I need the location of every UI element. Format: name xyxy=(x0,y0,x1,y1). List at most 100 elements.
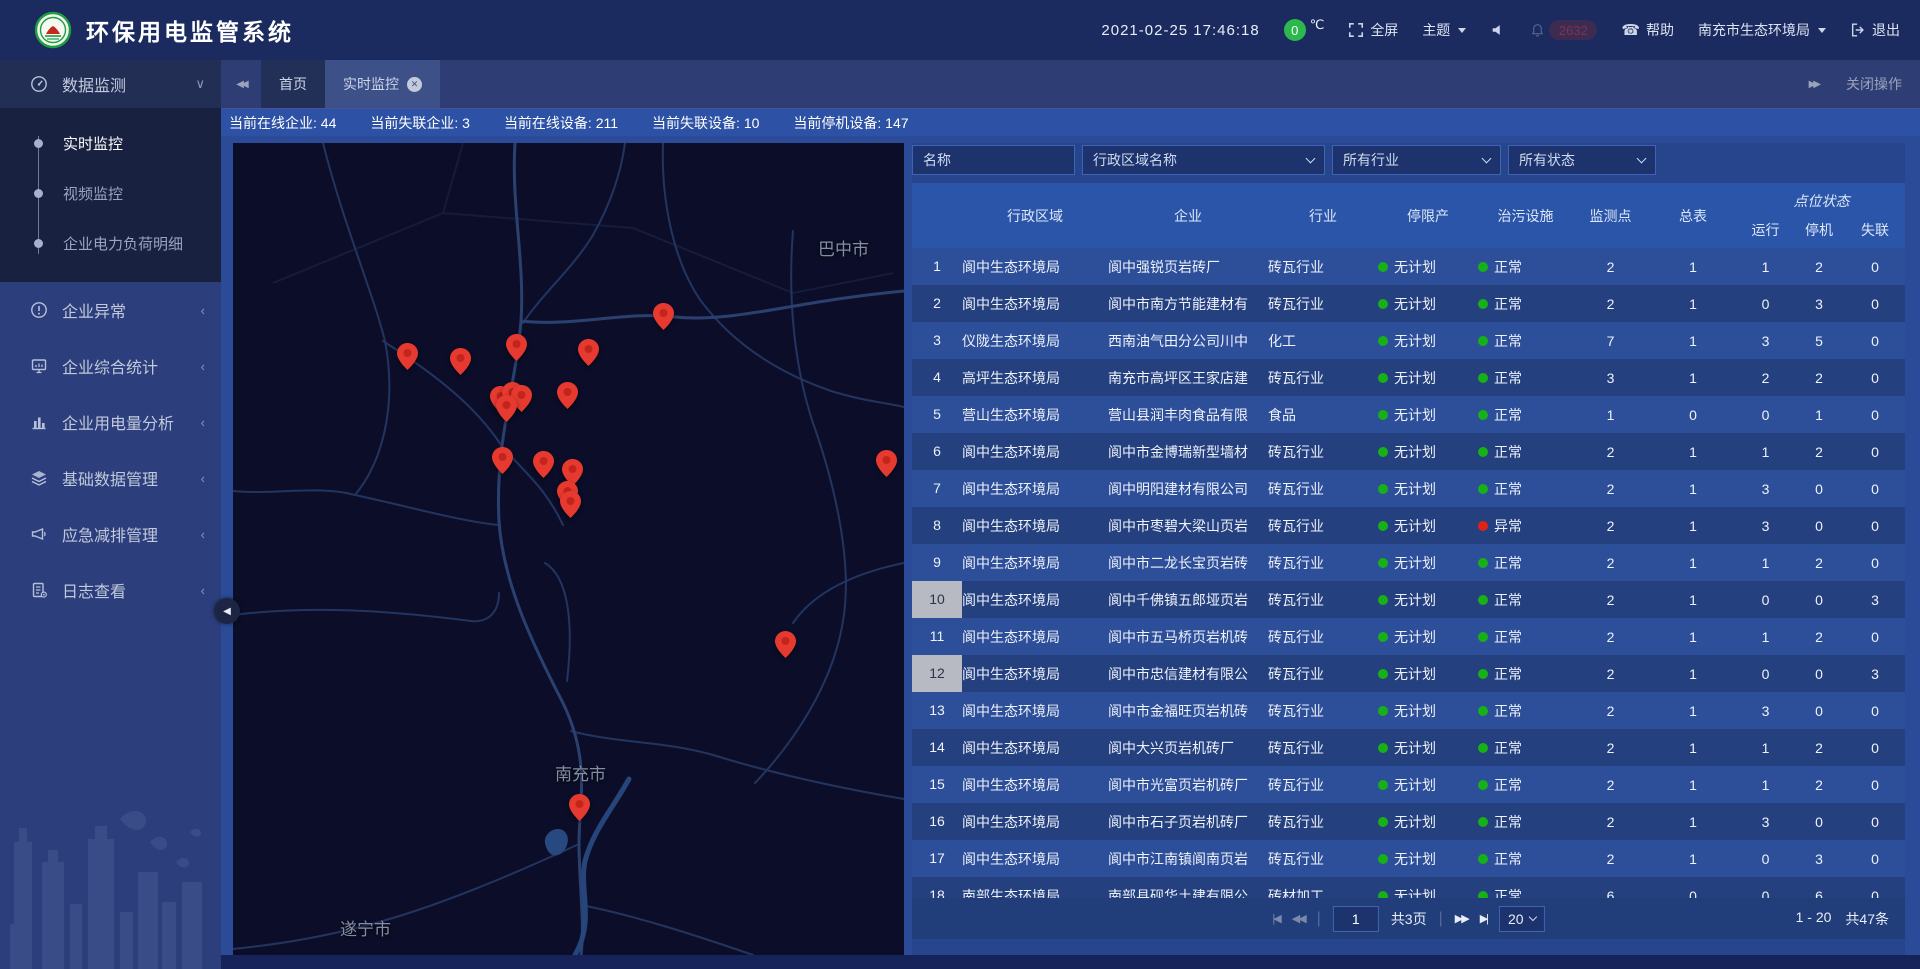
theme-dropdown[interactable]: 主题 xyxy=(1422,20,1466,40)
sidebar-group-1[interactable]: 企业异常‹ xyxy=(0,282,221,338)
table-row-17[interactable]: 17阆中生态环境局阆中市江南镇阆南页岩砖瓦行业无计划正常21030 xyxy=(912,840,1905,877)
sidebar-collapse-handle[interactable]: ◀ xyxy=(214,598,240,624)
industry-filter-select[interactable]: 所有行业 xyxy=(1332,145,1501,175)
table-row-7[interactable]: 7阆中生态环境局阆中明阳建材有限公司砖瓦行业无计划正常21300 xyxy=(912,470,1905,507)
status-text: 无计划 xyxy=(1394,701,1436,721)
cell-meters: 1 xyxy=(1648,444,1738,460)
table-row-13[interactable]: 13阆中生态环境局阆中市金福旺页岩机砖砖瓦行业无计划正常21300 xyxy=(912,692,1905,729)
fullscreen-button[interactable]: 全屏 xyxy=(1348,20,1398,40)
map-pin-4[interactable] xyxy=(653,303,674,330)
sidebar-subitem-0-0[interactable]: 实时监控 xyxy=(0,118,221,168)
status-dot-green xyxy=(1478,891,1488,899)
table-row-11[interactable]: 11阆中生态环境局阆中市五马桥页岩机砖砖瓦行业无计划正常21120 xyxy=(912,618,1905,655)
cell-points: 2 xyxy=(1573,666,1648,682)
table-row-8[interactable]: 8阆中生态环境局阆中市枣碧大梁山页岩砖瓦行业无计划异常21300 xyxy=(912,507,1905,544)
status-dot-green xyxy=(1378,336,1388,346)
status-filter-select[interactable]: 所有状态 xyxy=(1508,145,1656,175)
map-pin-17[interactable] xyxy=(569,794,590,821)
sidebar-group-4[interactable]: 基础数据管理‹ xyxy=(0,450,221,506)
sidebar-group-label: 数据监测 xyxy=(62,72,126,96)
sidebar-group-label: 基础数据管理 xyxy=(62,466,158,490)
table-row-4[interactable]: 4高坪生态环境局南充市高坪区王家店建砖瓦行业无计划正常31220 xyxy=(912,359,1905,396)
sidebar-group-0[interactable]: 数据监测∨ xyxy=(0,60,221,108)
cell-limit-status: 无计划 xyxy=(1378,553,1478,573)
map-pin-3[interactable] xyxy=(578,339,599,366)
table-row-3[interactable]: 3仪陇生态环境局西南油气田分公司川中化工无计划正常71350 xyxy=(912,322,1905,359)
page-size-select[interactable]: 20 xyxy=(1499,906,1545,932)
first-page-button[interactable]: |◀ xyxy=(1272,912,1279,925)
cell-stop: 2 xyxy=(1793,777,1845,793)
cell-stop: 0 xyxy=(1793,814,1845,830)
cell-industry: 砖瓦行业 xyxy=(1268,590,1378,610)
logout-button[interactable]: 退出 xyxy=(1850,20,1900,40)
map-pin-16[interactable] xyxy=(775,631,796,658)
sidebar-subitem-0-1[interactable]: 视频监控 xyxy=(0,168,221,218)
map-pin-11[interactable] xyxy=(533,451,554,478)
cell-region: 阆中生态环境局 xyxy=(962,257,1108,277)
map-pin-15[interactable] xyxy=(876,450,897,477)
map-pin-8[interactable] xyxy=(496,395,517,422)
chevron-left-icon: ‹ xyxy=(201,527,205,542)
map-pin-14[interactable] xyxy=(560,491,581,518)
cell-run: 3 xyxy=(1738,518,1793,534)
table-row-16[interactable]: 16阆中生态环境局阆中市石子页岩机砖厂砖瓦行业无计划正常21300 xyxy=(912,803,1905,840)
org-label: 南充市生态环境局 xyxy=(1698,20,1810,40)
table-row-14[interactable]: 14阆中生态环境局阆中大兴页岩机砖厂砖瓦行业无计划正常21120 xyxy=(912,729,1905,766)
table-row-18[interactable]: 18南部生态环境局南部县砚华土建有限公砖材加工无计划正常60060 xyxy=(912,877,1905,898)
status-dot-green xyxy=(1378,373,1388,383)
table-row-2[interactable]: 2阆中生态环境局阆中市南方节能建材有砖瓦行业无计划正常21030 xyxy=(912,285,1905,322)
cell-points: 2 xyxy=(1573,703,1648,719)
sidebar-subitem-0-2[interactable]: 企业电力负荷明细 xyxy=(0,218,221,268)
column-header-lost: 失联 xyxy=(1845,220,1905,240)
table-row-1[interactable]: 1阆中生态环境局阆中强锐页岩砖厂砖瓦行业无计划正常21120 xyxy=(912,248,1905,285)
map-pin-0[interactable] xyxy=(397,343,418,370)
chevron-down-icon xyxy=(1528,913,1536,921)
cell-limit-status: 无计划 xyxy=(1378,479,1478,499)
tabs-scroll-right-button[interactable]: ▶▶ xyxy=(1809,79,1818,90)
help-button[interactable]: ☎ 帮助 xyxy=(1621,20,1674,40)
megaphone-icon xyxy=(30,525,48,543)
sidebar-group-5[interactable]: 应急减排管理‹ xyxy=(0,506,221,562)
map-panel[interactable]: 巴中市南充市遂宁市 xyxy=(233,143,904,955)
tab-close-icon[interactable]: ✕ xyxy=(407,77,422,92)
cell-meters: 1 xyxy=(1648,851,1738,867)
cell-points: 2 xyxy=(1573,851,1648,867)
sidebar-group-2[interactable]: 企业综合统计‹ xyxy=(0,338,221,394)
table-row-15[interactable]: 15阆中生态环境局阆中市光富页岩机砖厂砖瓦行业无计划正常21120 xyxy=(912,766,1905,803)
name-filter-input[interactable] xyxy=(912,145,1075,175)
close-operations-button[interactable]: 关闭操作 xyxy=(1846,74,1902,94)
sidebar-group-6[interactable]: 日志查看‹ xyxy=(0,562,221,618)
notifications[interactable]: 2632 xyxy=(1530,20,1597,40)
status-dot-green xyxy=(1478,817,1488,827)
temperature-unit: ℃ xyxy=(1310,17,1325,33)
cell-company: 营山县润丰肉食品有限 xyxy=(1108,405,1268,425)
cell-facility-status: 正常 xyxy=(1478,331,1573,351)
cell-industry: 砖瓦行业 xyxy=(1268,442,1378,462)
next-page-button[interactable]: ▶▶ xyxy=(1455,912,1468,925)
table-row-10[interactable]: 10阆中生态环境局阆中千佛镇五郎垭页岩砖瓦行业无计划正常21003 xyxy=(912,581,1905,618)
cell-lost: 0 xyxy=(1845,370,1905,386)
table-row-9[interactable]: 9阆中生态环境局阆中市二龙长宝页岩砖砖瓦行业无计划正常21120 xyxy=(912,544,1905,581)
tab-realtime-monitoring[interactable]: 实时监控 ✕ xyxy=(325,60,440,108)
table-row-12[interactable]: 12阆中生态环境局阆中市忠信建材有限公砖瓦行业无计划正常21003 xyxy=(912,655,1905,692)
cell-meters: 1 xyxy=(1648,777,1738,793)
cell-limit-status: 无计划 xyxy=(1378,701,1478,721)
map-pin-10[interactable] xyxy=(492,447,513,474)
org-dropdown[interactable]: 南充市生态环境局 xyxy=(1698,20,1826,40)
page-number-input[interactable] xyxy=(1333,906,1379,932)
table-row-6[interactable]: 6阆中生态环境局阆中市金博瑞新型墙材砖瓦行业无计划正常21120 xyxy=(912,433,1905,470)
map-pin-1[interactable] xyxy=(450,348,471,375)
sidebar-group-3[interactable]: 企业用电量分析‹ xyxy=(0,394,221,450)
map-pin-9[interactable] xyxy=(557,382,578,409)
status-text: 正常 xyxy=(1494,294,1522,314)
map-pin-2[interactable] xyxy=(506,334,527,361)
last-page-button[interactable]: ▶| xyxy=(1480,912,1487,925)
status-dot-green xyxy=(1378,743,1388,753)
mute-button[interactable] xyxy=(1490,22,1506,38)
table-row-5[interactable]: 5营山生态环境局营山县润丰肉食品有限食品无计划正常10010 xyxy=(912,396,1905,433)
prev-page-button[interactable]: ◀◀ xyxy=(1292,912,1305,925)
tabs-scroll-left-button[interactable]: ◀◀ xyxy=(221,60,261,108)
region-filter-select[interactable]: 行政区域名称 xyxy=(1082,145,1325,175)
cell-run: 0 xyxy=(1738,592,1793,608)
tab-home[interactable]: 首页 xyxy=(261,60,325,108)
